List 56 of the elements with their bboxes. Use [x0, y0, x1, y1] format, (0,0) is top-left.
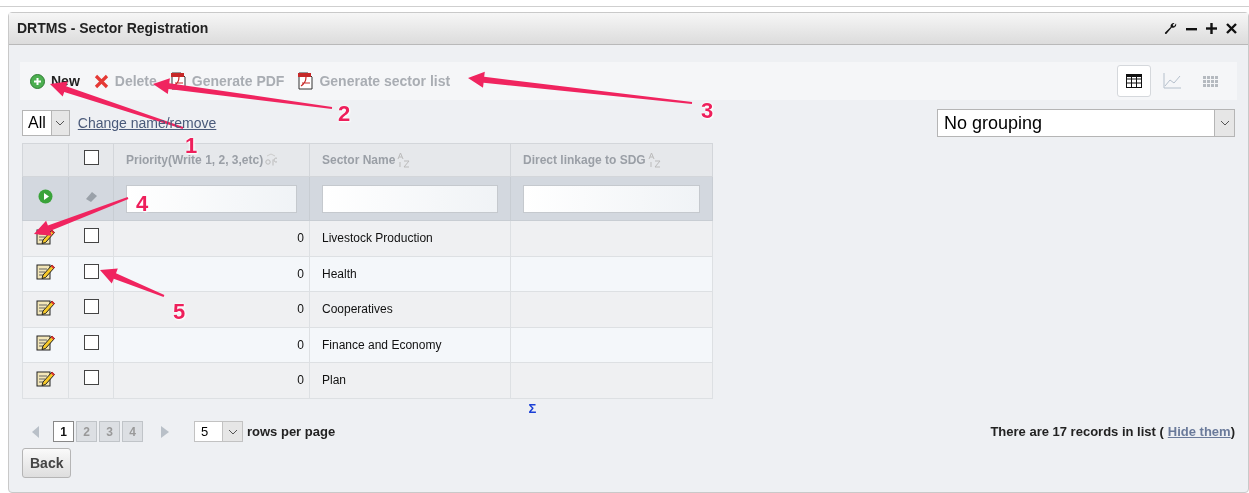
back-button[interactable]: Back	[22, 448, 72, 478]
dropdown-caret-icon	[222, 422, 242, 441]
dropdown-caret-icon	[50, 111, 69, 135]
dropdown-caret-icon	[1214, 110, 1234, 136]
table-cell: Plan	[309, 362, 511, 398]
rows-per-page-label: rows per page	[247, 422, 336, 441]
annotation-number: 5	[173, 301, 186, 323]
wrench-icon[interactable]	[1164, 22, 1177, 35]
annotation-arrow	[100, 268, 165, 297]
grouping-select[interactable]: No grouping	[937, 109, 1235, 137]
close-icon[interactable]	[1226, 22, 1237, 35]
sum-symbol[interactable]: Σ	[363, 398, 537, 418]
window-title: DRTMS - Sector Registration	[17, 19, 209, 38]
filter-select[interactable]: All	[22, 110, 70, 136]
table-cell: 0	[113, 362, 310, 398]
annotation-number: 2	[338, 103, 351, 125]
checkbox[interactable]	[83, 299, 99, 315]
edit-icon[interactable]	[36, 333, 55, 352]
pdf-icon	[298, 72, 314, 90]
checkbox[interactable]	[83, 150, 99, 165]
run-filter-icon[interactable]	[38, 188, 53, 204]
add-icon	[30, 73, 45, 89]
annotation-number: 1	[185, 135, 198, 157]
edit-icon[interactable]	[36, 262, 55, 281]
checkbox[interactable]	[83, 263, 99, 279]
edit-icon[interactable]	[36, 297, 55, 316]
filter-input[interactable]	[523, 184, 700, 213]
checkbox[interactable]	[83, 334, 99, 350]
page-button[interactable]: 3	[99, 421, 120, 442]
checkbox[interactable]	[83, 228, 99, 244]
filter-input[interactable]	[322, 184, 498, 213]
checkbox[interactable]	[83, 370, 99, 386]
line-chart-icon	[1163, 73, 1181, 89]
page-button[interactable]: 2	[76, 421, 97, 442]
closing-parenthesis: )	[1230, 422, 1235, 441]
rows-per-page-select[interactable]: 5	[194, 421, 243, 442]
table-cell: Health	[309, 256, 511, 292]
table-cell: Cooperatives	[309, 291, 511, 327]
table-cell: 0	[113, 327, 310, 363]
annotation-number: 3	[701, 100, 714, 122]
page-button[interactable]: 4	[122, 421, 143, 442]
table-cell: 0	[113, 220, 310, 256]
page-button[interactable]: 1	[53, 421, 74, 442]
edit-icon[interactable]	[36, 368, 55, 387]
table-cell: Livestock Production	[309, 220, 511, 256]
delete-icon	[93, 73, 109, 89]
records-count-text: There are 17 records in list (	[990, 422, 1164, 441]
maximize-icon[interactable]	[1206, 22, 1217, 35]
view-toggle[interactable]	[1117, 65, 1151, 97]
hide-records-link[interactable]: Hide them	[1167, 421, 1231, 442]
column-header[interactable]: Sector Name	[322, 151, 396, 169]
annotation-number: 4	[136, 193, 149, 215]
filter-input[interactable]	[126, 184, 297, 213]
table-view-icon	[1126, 74, 1142, 88]
tiles-view-icon	[1202, 75, 1218, 87]
table-cell: Finance and Economy	[309, 327, 511, 363]
